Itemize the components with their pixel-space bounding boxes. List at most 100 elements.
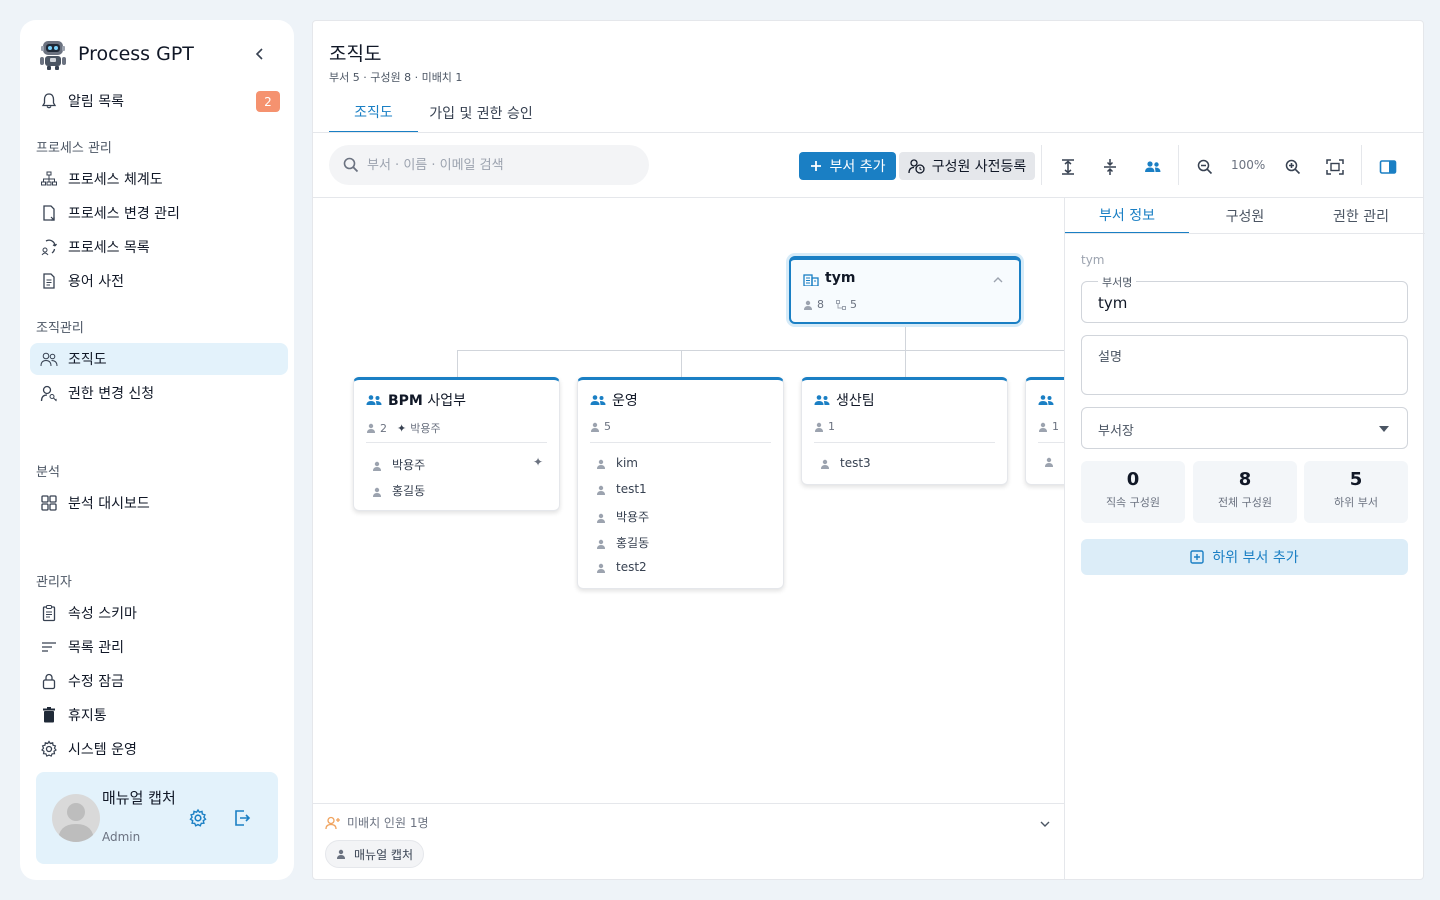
hierarchy-icon <box>41 171 57 186</box>
description-field[interactable]: 설명 <box>1081 335 1408 395</box>
add-department-label: 부서 추가 <box>829 159 886 175</box>
sidebar-item-label: 알림 목록 <box>68 94 124 110</box>
person-icon <box>372 460 382 471</box>
sidebar-item-analytics-dashboard[interactable]: 분석 대시보드 <box>30 487 288 519</box>
tab-members[interactable]: 구성원 <box>1183 198 1307 234</box>
sidebar-item-trash[interactable]: 휴지통 <box>30 699 288 731</box>
member-count: 1 <box>828 420 835 433</box>
person-icon <box>820 458 830 469</box>
member-item[interactable]: test3 <box>820 456 871 470</box>
sidebar-item-list-management[interactable]: 목록 관리 <box>30 631 288 663</box>
sidebar-item-label: 프로세스 체계도 <box>68 172 163 188</box>
zoom-in-icon[interactable] <box>1281 155 1305 179</box>
tab-org-chart[interactable]: 조직도 <box>329 93 418 133</box>
chevron-down-icon[interactable] <box>1040 820 1050 828</box>
sidebar-item-label: 프로세스 변경 관리 <box>68 206 180 222</box>
member-item[interactable]: test2 <box>596 560 647 574</box>
member-item[interactable]: 홍길동 <box>596 534 649 551</box>
sidebar-item-label: 조직도 <box>68 352 107 368</box>
user-role: Admin <box>102 830 141 844</box>
chevron-up-icon[interactable] <box>993 276 1003 284</box>
sidebar-item-process-change[interactable]: 프로세스 변경 관리 <box>30 197 288 229</box>
node-meta: 1 <box>1038 420 1059 433</box>
avatar[interactable] <box>52 794 100 842</box>
member-count: 2 <box>380 421 387 435</box>
org-chart-canvas[interactable]: tym 8 5 BPM 사업부 2 ✦ 박용주 박용주 ✦ 홍길동 운영 5 k… <box>313 198 1064 803</box>
sidebar: Process GPT 알림 목록 2 프로세스 관리 프로세스 체계도 프로세… <box>20 20 294 880</box>
collapse-vertical-icon[interactable] <box>1098 155 1122 179</box>
brand[interactable]: Process GPT <box>36 36 194 72</box>
person-icon <box>804 300 812 310</box>
search-input[interactable] <box>367 157 627 173</box>
section-title-admin: 관리자 <box>36 575 72 590</box>
members-toggle-icon[interactable] <box>1141 155 1165 179</box>
sidebar-item-process-list[interactable]: 프로세스 목록 <box>30 231 288 263</box>
search-box[interactable] <box>329 145 649 185</box>
sidebar-item-edit-lock[interactable]: 수정 잠금 <box>30 665 288 697</box>
dashboard-grid-icon <box>41 495 57 511</box>
tab-permissions[interactable]: 권한 관리 <box>1299 198 1423 234</box>
sidebar-item-attribute-schema[interactable]: 속성 스키마 <box>30 597 288 629</box>
settings-gear-icon[interactable] <box>188 808 208 828</box>
member-item[interactable] <box>1044 456 1064 467</box>
node-meta: 8 5 <box>803 298 857 311</box>
member-item[interactable]: test1 <box>596 482 647 496</box>
sidebar-item-glossary[interactable]: 용어 사전 <box>30 265 288 297</box>
sidebar-item-label: 용어 사전 <box>68 274 124 290</box>
fit-screen-icon[interactable] <box>1323 155 1347 179</box>
node-title: tym <box>825 270 856 286</box>
member-count: 5 <box>604 420 611 433</box>
person-icon <box>1044 456 1054 467</box>
member-item[interactable]: 박용주 <box>372 456 425 473</box>
sidebar-item-permission-request[interactable]: 권한 변경 신청 <box>30 377 288 409</box>
document-change-icon <box>43 205 55 221</box>
unassigned-bar: 미배치 인원 1명 매뉴얼 캡처 <box>313 803 1064 880</box>
member-item[interactable]: 박용주 <box>596 508 649 525</box>
lock-icon <box>42 673 56 690</box>
sidebar-item-label: 속성 스키마 <box>68 606 137 622</box>
page-title: 조직도 <box>329 43 382 65</box>
leader-mark-icon: ✦ <box>532 455 543 469</box>
user-plus-icon <box>325 816 340 830</box>
toolbar-separator <box>1178 145 1179 185</box>
side-panel-toggle-icon[interactable] <box>1376 155 1400 179</box>
org-node-department[interactable]: 1 <box>1025 377 1064 485</box>
dept-name-field[interactable]: 부서명 tym <box>1081 274 1408 323</box>
sidebar-item-label: 분석 대시보드 <box>68 496 150 512</box>
document-icon <box>43 273 55 289</box>
org-node-department[interactable]: 운영 5 kim test1 박용주 홍길동 test2 <box>577 377 784 589</box>
org-node-root[interactable]: tym 8 5 <box>789 256 1021 324</box>
page-subtitle: 부서 5 · 구성원 8 · 미배치 1 <box>329 71 463 84</box>
subtree-icon <box>836 299 846 310</box>
leader-name: 박용주 <box>410 422 441 435</box>
sidebar-item-system-ops[interactable]: 시스템 운영 <box>30 733 288 765</box>
unassigned-member-chip[interactable]: 매뉴얼 캡처 <box>325 840 425 868</box>
leader-star-icon: ✦ <box>397 421 407 435</box>
member-item[interactable]: 홍길동 <box>372 482 425 499</box>
tab-join-approval[interactable]: 가입 및 권한 승인 <box>421 93 541 133</box>
add-department-button[interactable]: 부서 추가 <box>799 152 896 180</box>
member-item[interactable]: kim <box>596 456 638 470</box>
connector-line <box>681 350 682 377</box>
connector-line <box>905 350 906 377</box>
field-label: 부서명 <box>1098 274 1137 290</box>
sidebar-item-alerts[interactable]: 알림 목록 2 <box>30 85 288 117</box>
pre-register-member-button[interactable]: 구성원 사전등록 <box>899 152 1035 180</box>
sidebar-item-org-chart[interactable]: 조직도 <box>30 343 288 375</box>
logout-icon[interactable] <box>232 808 252 828</box>
alert-count-badge: 2 <box>256 91 280 112</box>
org-node-department[interactable]: BPM 사업부 2 ✦ 박용주 박용주 ✦ 홍길동 <box>353 377 560 511</box>
dept-head-select[interactable]: 부서장 <box>1081 407 1408 449</box>
tab-dept-info[interactable]: 부서 정보 <box>1065 198 1189 234</box>
sidebar-item-process-hierarchy[interactable]: 프로세스 체계도 <box>30 163 288 195</box>
zoom-out-icon[interactable] <box>1193 155 1217 179</box>
stat-total-members: 8 전체 구성원 <box>1193 461 1297 523</box>
toolbar-separator <box>1361 145 1362 185</box>
expand-vertical-icon[interactable] <box>1056 155 1080 179</box>
collapse-sidebar-chevron-icon[interactable] <box>252 46 268 62</box>
node-title: BPM 사업부 <box>388 393 466 409</box>
add-sub-department-button[interactable]: 하위 부서 추가 <box>1081 539 1408 575</box>
divider <box>590 442 771 443</box>
zoom-level: 100% <box>1231 158 1266 172</box>
org-node-department[interactable]: 생산팀 1 test3 <box>801 377 1008 485</box>
